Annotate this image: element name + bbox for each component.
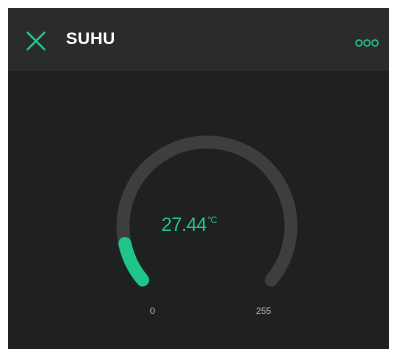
widget-settings-screen: SUHU 27.44°C 0 255 [8,8,389,349]
gauge-value-number: 27.44 [161,215,207,236]
more-options-icon [355,39,379,47]
gauge-graphic [116,135,298,287]
page-title: SUHU [66,29,116,48]
gauge-value-arc [118,237,150,287]
more-options-button[interactable] [355,35,379,47]
top-bar: SUHU [8,8,389,71]
gauge-value-unit: °C [207,215,217,225]
gauge-max-label: 255 [256,306,272,316]
gauge-value: 27.44°C [161,215,217,237]
gauge-track [116,135,298,287]
close-icon [26,31,46,51]
gauge-min-label: 0 [150,306,156,316]
close-button[interactable] [25,30,47,52]
gauge-widget: 27.44°C 0 255 [8,71,389,349]
